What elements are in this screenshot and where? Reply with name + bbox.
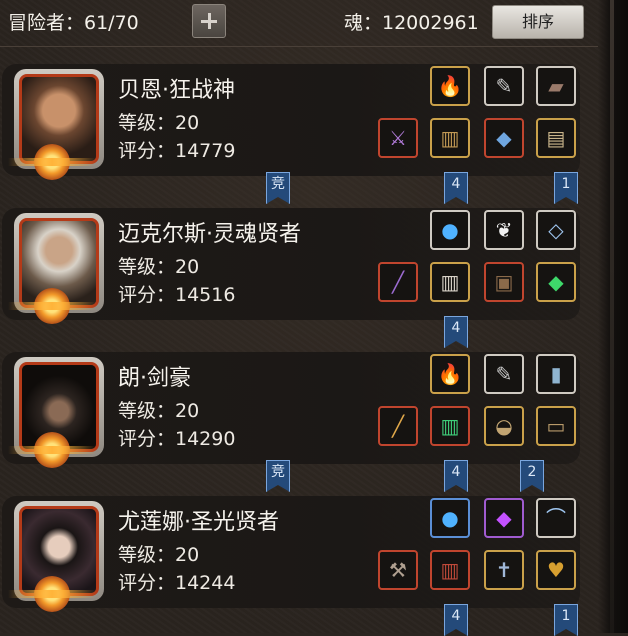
hero-name: 尤莲娜·圣光贤者 [118,510,279,535]
hero-level: 等级：20 [118,256,200,278]
card-icon: ▮ [550,362,562,386]
bracer-icon: ◆ [496,126,512,150]
flame-orb-icon: 🔥 [437,74,463,98]
equip-slot[interactable]: ╱ [378,262,418,302]
equip-slot[interactable]: 🔥 [430,354,470,394]
equip-slot[interactable]: ⚔ [378,118,418,158]
hero-name: 贝恩·狂战神 [118,78,235,103]
hero-level: 等级：20 [118,544,200,566]
equip-slot[interactable]: ◒ [484,406,524,446]
equip-slot[interactable]: ● [430,498,470,538]
sword-icon: ╱ [391,414,405,438]
equip-slot[interactable]: ♥ [536,550,576,590]
equip-slot[interactable]: ▥ [430,262,470,302]
header-divider [0,46,598,47]
hero-score: 评分：14290 [118,428,236,450]
hammer-icon: ⚒ [389,558,407,582]
equip-slot[interactable]: ❦ [484,210,524,250]
rank-emblem-icon [8,576,96,612]
flame-orb-icon: 🔥 [437,362,463,386]
armor-icon: ▥ [440,126,460,150]
equip-slot[interactable]: ⌒ [536,498,576,538]
mace-icon: ⚔ [389,126,407,150]
sort-button[interactable]: 排序 [492,5,584,39]
add-adventurer-button[interactable] [192,4,226,38]
white-wing-icon: ❦ [495,218,513,242]
equip-slot[interactable]: ▥ [430,118,470,158]
gauntlet-icon: ▤ [546,126,566,150]
green-gem-icon: ◆ [548,270,564,294]
equip-slot[interactable]: ✎ [484,354,524,394]
robe-icon: ▥ [440,270,460,294]
hero-score: 评分：14516 [118,284,236,306]
blue-orb-icon: ● [441,506,459,530]
equip-slot[interactable]: ◆ [536,262,576,302]
feather-icon: ✎ [495,362,513,386]
hero-level: 等级：20 [118,112,200,134]
green-armor-icon: ▥ [440,414,460,438]
cloak-icon: ▰ [548,74,564,98]
equip-slot[interactable]: ▤ [536,118,576,158]
necklace-icon: ◇ [548,218,564,242]
rank-emblem-icon [8,288,96,324]
staff-icon: ╱ [391,270,405,294]
hero-level: 等级：20 [118,400,200,422]
top-bar: 冒险者：61/70 魂：12002961 排序 [0,0,628,44]
equip-slot[interactable]: ▭ [536,406,576,446]
equip-slot[interactable]: ◆ [484,118,524,158]
scrollbar-track[interactable] [598,0,628,633]
red-robe-icon: ▥ [440,558,460,582]
blue-orb-icon: ● [441,218,459,242]
belt-icon: ▭ [546,414,566,438]
helmet-icon: ◒ [495,414,513,438]
equip-slot[interactable]: ✝ [484,550,524,590]
equip-slot[interactable]: ✎ [484,66,524,106]
equip-slot[interactable]: ◆ [484,498,524,538]
equip-slot[interactable]: ⚒ [378,550,418,590]
wand-icon: ✝ [495,558,513,582]
heart-amulet-icon: ♥ [547,558,565,582]
feather-icon: ✎ [495,74,513,98]
soul-counter: 魂：12002961 [344,12,479,34]
equip-slot[interactable]: ◇ [536,210,576,250]
book-icon: ▣ [494,270,514,294]
rank-emblem-icon [8,144,96,180]
hero-name: 朗·剑豪 [118,366,191,391]
equip-slot[interactable]: ▣ [484,262,524,302]
rank-emblem-icon [8,432,96,468]
bow-icon: ⌒ [546,506,566,530]
hero-score: 评分：14244 [118,572,236,594]
hero-name: 迈克尔斯·灵魂贤者 [118,222,301,247]
equip-slot[interactable]: ● [430,210,470,250]
equip-slot[interactable]: ▰ [536,66,576,106]
equip-slot[interactable]: ▥ [430,406,470,446]
hero-score: 评分：14779 [118,140,236,162]
purple-gem-icon: ◆ [496,506,512,530]
equip-slot[interactable]: 🔥 [430,66,470,106]
equip-slot[interactable]: ▥ [430,550,470,590]
equip-slot[interactable]: ╱ [378,406,418,446]
adventurer-count: 冒险者：61/70 [8,12,139,34]
equip-slot[interactable]: ▮ [536,354,576,394]
